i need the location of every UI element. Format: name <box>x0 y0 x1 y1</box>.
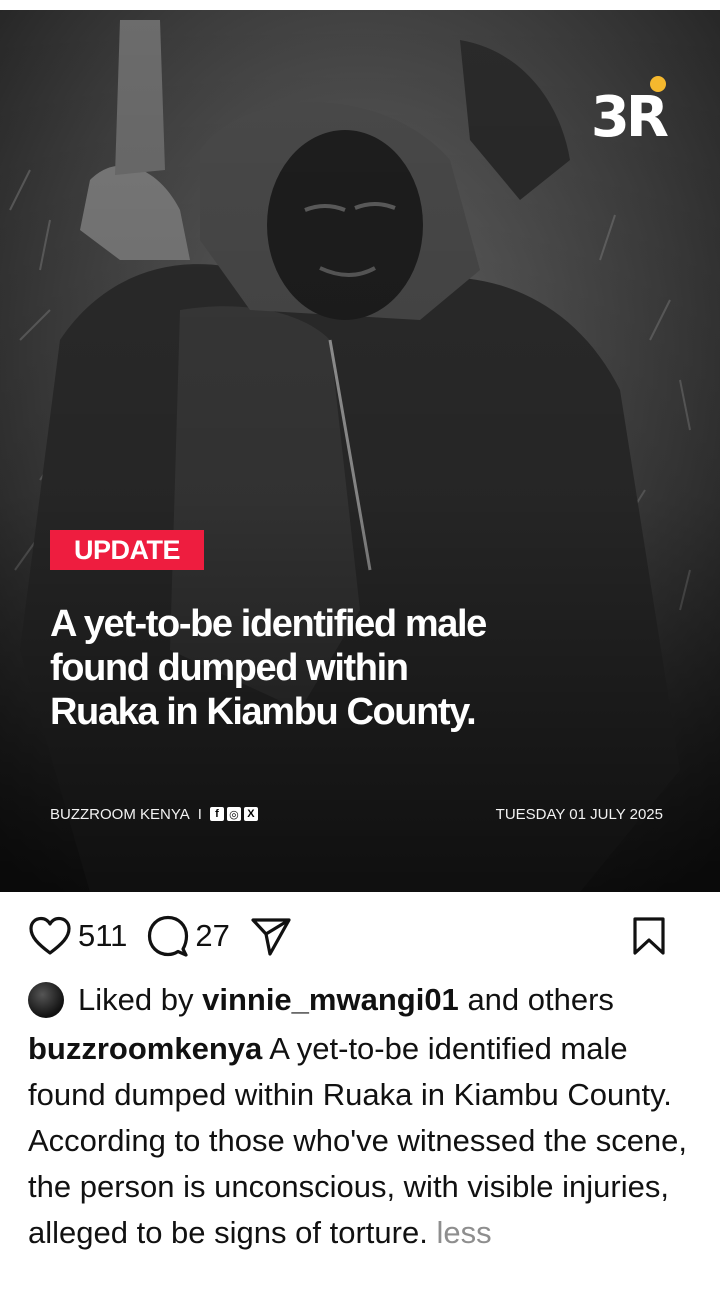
like-button[interactable]: 511 <box>28 916 127 956</box>
liked-by-prefix: Liked by <box>78 982 194 1017</box>
post-footer: BUZZROOM KENYA I f ◎ X TUESDAY 01 JULY 2… <box>50 802 663 826</box>
post-image[interactable]: 3R UPDATE A yet-to-be identified male fo… <box>0 10 720 892</box>
liked-by-others[interactable]: and others <box>467 978 614 1022</box>
source-separator: I <box>197 805 202 823</box>
x-icon: X <box>243 807 258 821</box>
save-button[interactable] <box>632 916 666 956</box>
send-icon <box>251 918 291 956</box>
liker-username[interactable]: vinnie_mwangi01 <box>202 978 459 1022</box>
bottom-edge <box>0 1284 720 1300</box>
social-icons: f ◎ X <box>209 807 258 821</box>
post-date: TUESDAY 01 JULY 2025 <box>495 805 663 823</box>
less-toggle[interactable]: less <box>436 1215 491 1250</box>
bookmark-icon <box>633 917 665 955</box>
comment-button[interactable]: 27 <box>147 915 230 957</box>
share-button[interactable] <box>250 916 292 956</box>
caption-username[interactable]: buzzroomkenya <box>28 1031 262 1066</box>
source-credit: BUZZROOM KENYA I f ◎ X <box>50 806 258 823</box>
instagram-icon: ◎ <box>226 807 241 821</box>
comment-icon <box>148 915 189 957</box>
liker-avatar[interactable] <box>28 982 64 1018</box>
source-name: BUZZROOM KENYA <box>50 805 190 823</box>
comment-count[interactable]: 27 <box>195 918 229 954</box>
liked-by-row: Liked by vinnie_mwangi01 and others <box>28 978 720 1022</box>
action-bar: 511 27 <box>28 908 686 964</box>
post-headline: A yet-to-be identified male found dumped… <box>50 603 487 733</box>
like-count[interactable]: 511 <box>78 918 127 954</box>
facebook-icon: f <box>209 807 224 821</box>
post-caption: buzzroomkenya A yet-to-be identified mal… <box>28 1026 700 1284</box>
heart-icon <box>29 916 71 955</box>
brand-logo: 3R <box>590 85 669 150</box>
update-tag: UPDATE <box>50 530 205 570</box>
